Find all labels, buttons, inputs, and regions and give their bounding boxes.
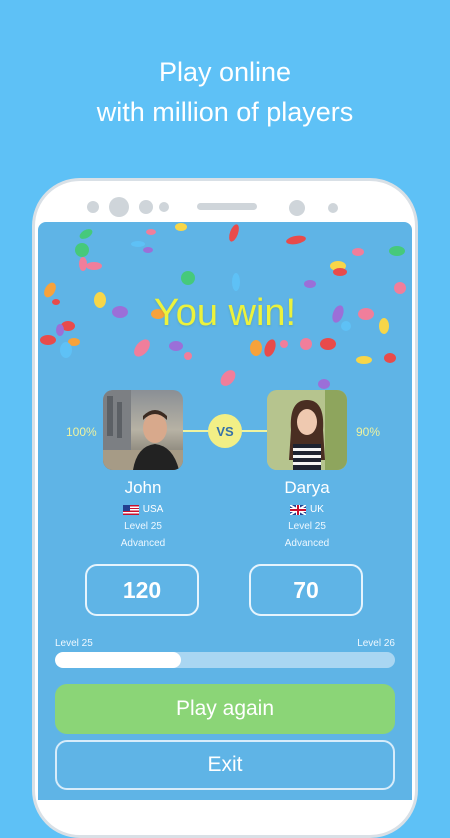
level-progress-fill — [55, 652, 181, 668]
avatar — [267, 390, 347, 470]
avatar-photo — [103, 390, 183, 470]
play-again-button[interactable]: Play again — [55, 684, 395, 734]
usa-flag-icon — [122, 504, 139, 515]
headline-line-2: with million of players — [96, 97, 354, 127]
player-level: Level 25 — [124, 521, 162, 532]
avatar — [103, 390, 183, 470]
speaker-grille — [197, 203, 257, 210]
avatar-photo — [267, 390, 347, 470]
sensor-dot — [328, 203, 338, 213]
result-title: You win! — [153, 292, 297, 334]
sensor-dot — [139, 200, 153, 214]
camera-dot — [87, 201, 99, 213]
progress-next-level: Level 26 — [357, 638, 395, 649]
headline: Play online with million of players — [0, 52, 450, 132]
progress-current-level: Level 25 — [55, 638, 93, 649]
player1-score: 120 — [85, 564, 199, 616]
player-name: John — [124, 478, 162, 497]
player-rank: Advanced — [120, 538, 166, 549]
player-card-darya: Darya UK Level 25 Advanced — [247, 390, 367, 549]
player-country: UK — [247, 504, 367, 515]
player-country: USA — [83, 504, 203, 515]
uk-flag-icon — [290, 504, 307, 515]
player-name: Darya — [284, 478, 330, 497]
level-progress-bar — [55, 652, 395, 668]
player2-score: 70 — [249, 564, 363, 616]
game-result-screen: You win! 100% 90% VS John USA Level 25 A… — [38, 222, 412, 800]
player-level: Level 25 — [288, 521, 326, 532]
front-camera — [289, 200, 305, 216]
exit-button[interactable]: Exit — [55, 740, 395, 790]
country-label: UK — [310, 504, 324, 515]
sensor-dot — [159, 202, 169, 212]
player-card-john: John USA Level 25 Advanced — [83, 390, 203, 549]
camera-lens — [109, 197, 129, 217]
versus-badge: VS — [208, 414, 242, 448]
player-rank: Advanced — [284, 538, 330, 549]
country-label: USA — [142, 504, 164, 515]
headline-line-1: Play online — [158, 57, 292, 87]
